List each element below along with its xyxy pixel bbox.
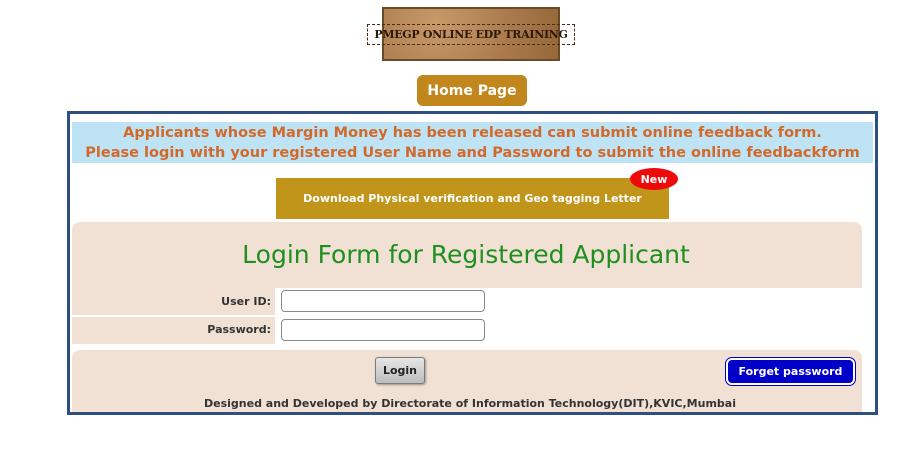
feedback-notice: Applicants whose Margin Money has been r… <box>72 122 873 163</box>
main-frame: Applicants whose Margin Money has been r… <box>67 111 878 415</box>
developer-credit: Designed and Developed by Directorate of… <box>204 397 736 410</box>
forget-password-button[interactable]: Forget password <box>725 357 856 386</box>
home-page-button[interactable]: Home Page <box>417 75 527 106</box>
notice-line-1: Applicants whose Margin Money has been r… <box>123 125 822 141</box>
login-form-title: Login Form for Registered Applicant <box>242 240 690 269</box>
password-input[interactable] <box>281 319 485 341</box>
pmegp-logo: PMEGP ONLINE EDP TRAINING <box>367 7 575 61</box>
login-button[interactable]: Login <box>375 357 425 384</box>
user-id-input[interactable] <box>281 290 485 312</box>
new-badge: New <box>630 168 678 190</box>
download-letter-button[interactable]: Download Physical verification and Geo t… <box>276 178 669 219</box>
password-label: Password: <box>207 323 271 336</box>
notice-line-2: Please login with your registered User N… <box>85 145 860 161</box>
user-id-label: User ID: <box>221 295 271 308</box>
logo-text: PMEGP ONLINE EDP TRAINING <box>367 23 575 45</box>
